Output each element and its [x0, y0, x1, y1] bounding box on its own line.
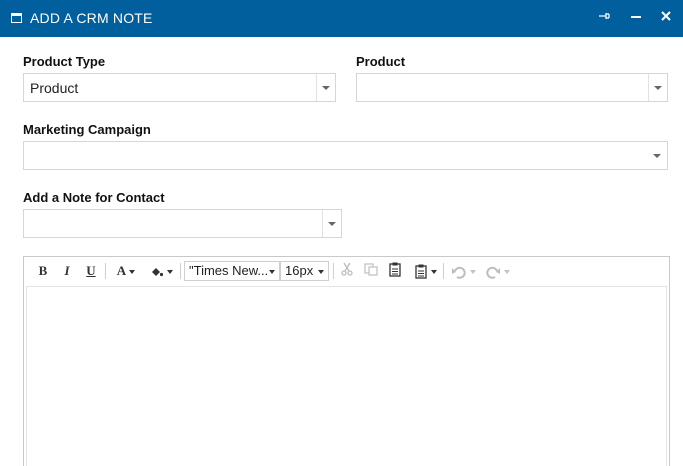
- font-color-icon: A: [116, 263, 127, 278]
- paint-bucket-icon: [151, 267, 163, 276]
- note-for-contact-label: Add a Note for Contact: [23, 190, 165, 205]
- redo-icon: [485, 266, 500, 279]
- copy-icon: [364, 263, 378, 276]
- minimize-icon[interactable]: [626, 8, 646, 28]
- chevron-down-icon[interactable]: [648, 142, 667, 169]
- toolbar-separator: [443, 263, 444, 279]
- font-color-button[interactable]: A: [112, 262, 140, 280]
- highlight-color-button[interactable]: [147, 262, 175, 280]
- bold-button[interactable]: B: [36, 262, 50, 280]
- clipboard-icon: [389, 262, 401, 277]
- chevron-down-icon[interactable]: [648, 74, 667, 101]
- scissors-icon: [341, 262, 353, 276]
- italic-button[interactable]: I: [60, 262, 74, 280]
- marketing-campaign-label: Marketing Campaign: [23, 122, 151, 137]
- redo-button[interactable]: [482, 262, 512, 280]
- paste-button[interactable]: [387, 262, 403, 280]
- window-titlebar: ADD A CRM NOTE: [0, 0, 683, 37]
- close-icon[interactable]: [656, 8, 676, 28]
- product-select[interactable]: [356, 73, 668, 102]
- paste-options-button[interactable]: [411, 262, 439, 280]
- window-icon: [11, 13, 22, 23]
- toolbar-separator: [180, 263, 181, 279]
- toolbar-separator: [105, 263, 106, 279]
- cut-button[interactable]: [339, 262, 355, 280]
- copy-button[interactable]: [363, 262, 379, 280]
- rich-text-editor: B I U A "Times New... 16px: [23, 256, 670, 466]
- font-size-value: 16px: [285, 263, 314, 278]
- underline-button[interactable]: U: [84, 262, 98, 280]
- toolbar-separator: [333, 263, 334, 279]
- product-label: Product: [356, 54, 406, 69]
- undo-icon: [451, 266, 466, 279]
- editor-content-area[interactable]: [26, 286, 667, 466]
- pin-icon[interactable]: [594, 8, 614, 28]
- window-title: ADD A CRM NOTE: [30, 10, 153, 26]
- chevron-down-icon[interactable]: [322, 210, 341, 237]
- clipboard-icon: [414, 264, 427, 279]
- product-type-select[interactable]: Product: [23, 73, 336, 102]
- font-name-value: "Times New...: [189, 263, 269, 278]
- note-for-contact-select[interactable]: [23, 209, 342, 238]
- font-size-select[interactable]: 16px: [280, 261, 329, 281]
- undo-button[interactable]: [448, 262, 478, 280]
- marketing-campaign-select[interactable]: [23, 141, 668, 170]
- product-type-label: Product Type: [23, 54, 106, 69]
- font-name-select[interactable]: "Times New...: [184, 261, 280, 281]
- editor-toolbar: B I U A "Times New... 16px: [24, 257, 669, 285]
- product-type-value: Product: [30, 80, 79, 96]
- chevron-down-icon[interactable]: [316, 74, 335, 101]
